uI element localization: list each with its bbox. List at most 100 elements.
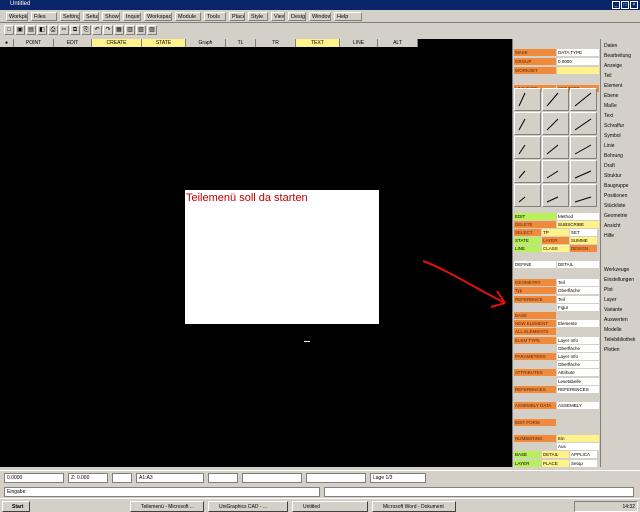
mid-row-2-cell-1[interactable]: TP bbox=[542, 229, 569, 236]
side-item-6[interactable]: Maße bbox=[604, 101, 640, 111]
status-field-5[interactable] bbox=[242, 473, 302, 483]
list-row-22-cell-0[interactable]: BASE bbox=[514, 451, 541, 459]
list-row-1-cell-0[interactable]: GEOMETRY bbox=[514, 279, 556, 287]
list-row-22-cell-2[interactable]: APPLICA bbox=[570, 451, 597, 459]
list-row-0-cell-0[interactable] bbox=[514, 271, 556, 278]
list-row-20-cell-0[interactable]: NUMBERING bbox=[514, 435, 556, 442]
draw-tool-6-icon[interactable] bbox=[514, 136, 541, 159]
toolbar-button-11[interactable]: ▥ bbox=[125, 25, 135, 35]
list-row-4-cell-0[interactable] bbox=[514, 303, 556, 311]
list-header-cell-0[interactable]: DEFINE bbox=[514, 261, 556, 268]
close-icon[interactable]: × bbox=[630, 1, 638, 9]
list-row-10-cell-1[interactable]: Layer Info bbox=[557, 353, 599, 360]
list-row-6-cell-1[interactable]: Elemente bbox=[557, 320, 599, 328]
side-item-26[interactable]: Modelle bbox=[604, 325, 640, 335]
menu-item-10[interactable]: Style bbox=[248, 12, 268, 21]
menu-item-2[interactable]: Settings bbox=[60, 12, 80, 21]
list-row-5-cell-0[interactable]: BASE bbox=[514, 312, 556, 319]
taskbar-task-0[interactable]: Teilemenü - Microsoft ... bbox=[130, 501, 204, 512]
side-item-15[interactable]: Positionen bbox=[604, 191, 640, 201]
side-item-20[interactable]: Werkzeuge bbox=[604, 265, 640, 275]
list-row-13-cell-1[interactable]: Lesetabelle bbox=[557, 377, 599, 385]
list-row-9-cell-0[interactable] bbox=[514, 344, 556, 352]
side-item-21[interactable]: Einstellungen bbox=[604, 275, 640, 285]
start-button[interactable]: Start bbox=[2, 501, 30, 512]
menu-item-4[interactable]: Show All bbox=[102, 12, 120, 21]
draw-tool-4-icon[interactable] bbox=[542, 112, 569, 135]
mid-row-1-cell-0[interactable]: DELETE bbox=[514, 221, 556, 228]
mid-row-4-cell-2[interactable]: DESIGN bbox=[570, 245, 597, 252]
list-row-15-cell-1[interactable] bbox=[557, 394, 599, 401]
side-item-17[interactable]: Geometrie bbox=[604, 211, 640, 221]
side-item-0[interactable]: Daten bbox=[604, 41, 640, 51]
grid-col-edit[interactable]: EDIT bbox=[54, 39, 92, 47]
toolbar-button-6[interactable]: ⧉ bbox=[70, 25, 80, 35]
list-row-11-cell-1[interactable]: Oberfläche bbox=[557, 361, 599, 369]
list-row-23-cell-2[interactable]: Setup bbox=[570, 459, 597, 467]
side-item-14[interactable]: Baugruppe bbox=[604, 181, 640, 191]
list-row-20-cell-1[interactable]: Ein bbox=[557, 435, 599, 442]
toolbar-button-4[interactable]: ⎙ bbox=[48, 25, 58, 35]
list-row-17-cell-0[interactable] bbox=[514, 410, 556, 418]
list-row-14-cell-0[interactable]: REFERENCES bbox=[514, 385, 556, 393]
side-item-7[interactable]: Text bbox=[604, 111, 640, 121]
draw-tool-5-icon[interactable] bbox=[570, 112, 597, 135]
mid-row-1-cell-1[interactable]: SUBSCRIBE bbox=[557, 221, 599, 228]
list-row-2-cell-1[interactable]: Oberfläche bbox=[557, 287, 599, 295]
draw-tool-10-icon[interactable] bbox=[542, 160, 569, 183]
side-item-10[interactable]: Linie bbox=[604, 141, 640, 151]
draw-tool-9-icon[interactable] bbox=[514, 160, 541, 183]
side-item-12[interactable]: Draft bbox=[604, 161, 640, 171]
taskbar-task-1[interactable]: UniGraphics CAD - ... bbox=[208, 501, 288, 512]
draw-tool-12-icon[interactable] bbox=[514, 184, 541, 207]
mid-row-0-cell-0[interactable]: EDIT bbox=[514, 213, 556, 220]
status-field-7[interactable]: Lage 1/3 bbox=[370, 473, 426, 483]
list-row-16-cell-0[interactable]: ASSEMBLY DATA bbox=[514, 402, 556, 410]
menu-item-14[interactable]: Help bbox=[334, 12, 362, 21]
list-row-16-cell-1[interactable]: ASSEMBLY bbox=[557, 402, 599, 410]
grid-col-point[interactable]: POINT bbox=[14, 39, 54, 47]
mid-row-2-cell-2[interactable]: SET bbox=[570, 229, 597, 236]
side-item-18[interactable]: Ansicht bbox=[604, 221, 640, 231]
side-item-16[interactable]: Stückliste bbox=[604, 201, 640, 211]
menu-item-12[interactable]: Design bbox=[288, 12, 306, 21]
menu-item-8[interactable]: Tools bbox=[204, 12, 226, 21]
list-row-8-cell-0[interactable]: ELEM TYPE bbox=[514, 336, 556, 344]
toolbar-button-10[interactable]: ▦ bbox=[114, 25, 124, 35]
side-item-2[interactable]: Anzeige bbox=[604, 61, 640, 71]
list-row-8-cell-1[interactable]: Layer Info bbox=[557, 336, 599, 344]
list-row-2-cell-0[interactable]: Typ bbox=[514, 287, 556, 295]
list-row-18-cell-0[interactable]: EDIT FORM bbox=[514, 418, 556, 426]
grid-col-line[interactable]: LINE bbox=[340, 39, 378, 47]
menu-item-7[interactable]: Module bbox=[175, 12, 201, 21]
status-field-2[interactable] bbox=[112, 473, 132, 483]
menu-item-9[interactable]: Place bbox=[229, 12, 245, 21]
top-row-1-cell-1[interactable]: 0.0000 bbox=[557, 58, 599, 65]
list-row-13-cell-0[interactable] bbox=[514, 377, 556, 385]
list-row-5-cell-1[interactable] bbox=[557, 312, 599, 319]
grid-col-text[interactable]: TEXT bbox=[296, 39, 340, 47]
draw-tool-7-icon[interactable] bbox=[542, 136, 569, 159]
top-row-3-cell-0[interactable] bbox=[514, 76, 556, 83]
menu-item-0[interactable]: Workplane bbox=[6, 12, 28, 21]
grid-col-alt[interactable]: ALT bbox=[378, 39, 418, 47]
side-item-24[interactable]: Variante bbox=[604, 305, 640, 315]
draw-tool-14-icon[interactable] bbox=[570, 184, 597, 207]
side-item-25[interactable]: Auswerten bbox=[604, 315, 640, 325]
top-row-3-cell-1[interactable] bbox=[557, 76, 599, 83]
draw-tool-8-icon[interactable] bbox=[570, 136, 597, 159]
list-header-cell-1[interactable]: DETAIL bbox=[557, 261, 599, 268]
top-row-2-cell-1[interactable] bbox=[557, 67, 599, 74]
draw-tool-3-icon[interactable] bbox=[514, 112, 541, 135]
draw-tool-11-icon[interactable] bbox=[570, 160, 597, 183]
menu-item-5[interactable]: Inquiry bbox=[123, 12, 141, 21]
mid-row-3-cell-0[interactable]: STATE bbox=[514, 237, 541, 244]
list-row-11-cell-0[interactable] bbox=[514, 361, 556, 369]
list-row-15-cell-0[interactable] bbox=[514, 394, 556, 401]
list-row-18-cell-1[interactable] bbox=[557, 418, 599, 426]
list-row-19-cell-1[interactable] bbox=[557, 426, 599, 434]
toolbar-button-5[interactable]: ✂ bbox=[59, 25, 69, 35]
toolbar-button-1[interactable]: ▣ bbox=[15, 25, 25, 35]
list-row-3-cell-1[interactable]: Teil bbox=[557, 295, 599, 303]
toolbar-button-13[interactable]: ▨ bbox=[147, 25, 157, 35]
